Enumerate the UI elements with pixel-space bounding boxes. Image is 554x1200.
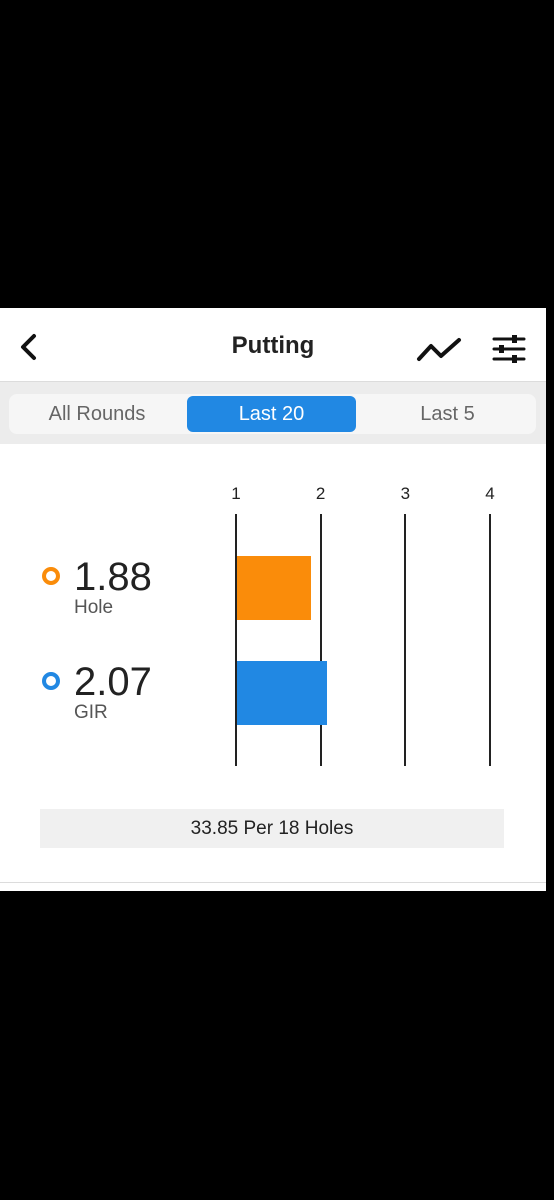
hole-label: Hole (74, 597, 114, 618)
tick-label-one: 1 (231, 484, 241, 503)
trend-line-icon (417, 338, 461, 361)
tab-last-20[interactable]: Last 20 (187, 396, 356, 432)
segment-track: All Rounds Last 20 Last 5 (9, 394, 536, 434)
hole-value: 1.88 (74, 555, 152, 599)
gir-legend-dot (42, 672, 60, 690)
grid-line-three (404, 514, 407, 766)
grid-line-one (235, 514, 237, 766)
divider (0, 882, 546, 883)
tick-label-four: 4 (485, 484, 495, 503)
hole-bar (237, 556, 311, 620)
header: Putting (0, 308, 546, 382)
grid-line-two (319, 514, 322, 766)
hole-legend-dot (42, 567, 60, 585)
gir-label: GIR (74, 702, 108, 723)
gir-bar (237, 661, 327, 725)
sliders-icon (492, 335, 526, 363)
page-title: Putting (231, 332, 315, 359)
trend-button[interactable] (416, 334, 462, 364)
putting-screen: Putting All Rounds Last 20 Last 5 1.88 H… (0, 308, 546, 891)
range-segmented-control: All Rounds Last 20 Last 5 (0, 382, 546, 444)
tab-all-rounds[interactable]: All Rounds (9, 394, 185, 434)
filter-button[interactable] (490, 332, 528, 366)
tick-label-two: 2 (315, 484, 326, 503)
tick-label-three: 3 (400, 484, 411, 503)
per-18-summary: 33.85 Per 18 Holes (40, 809, 504, 848)
putting-bar-chart: 1.88 Hole 2.07 GIR 33.85 Per 18 Holes 1 2… (0, 444, 546, 884)
tab-last-5[interactable]: Last 5 (359, 394, 536, 434)
gir-value: 2.07 (74, 660, 152, 704)
grid-line-four (489, 514, 491, 766)
